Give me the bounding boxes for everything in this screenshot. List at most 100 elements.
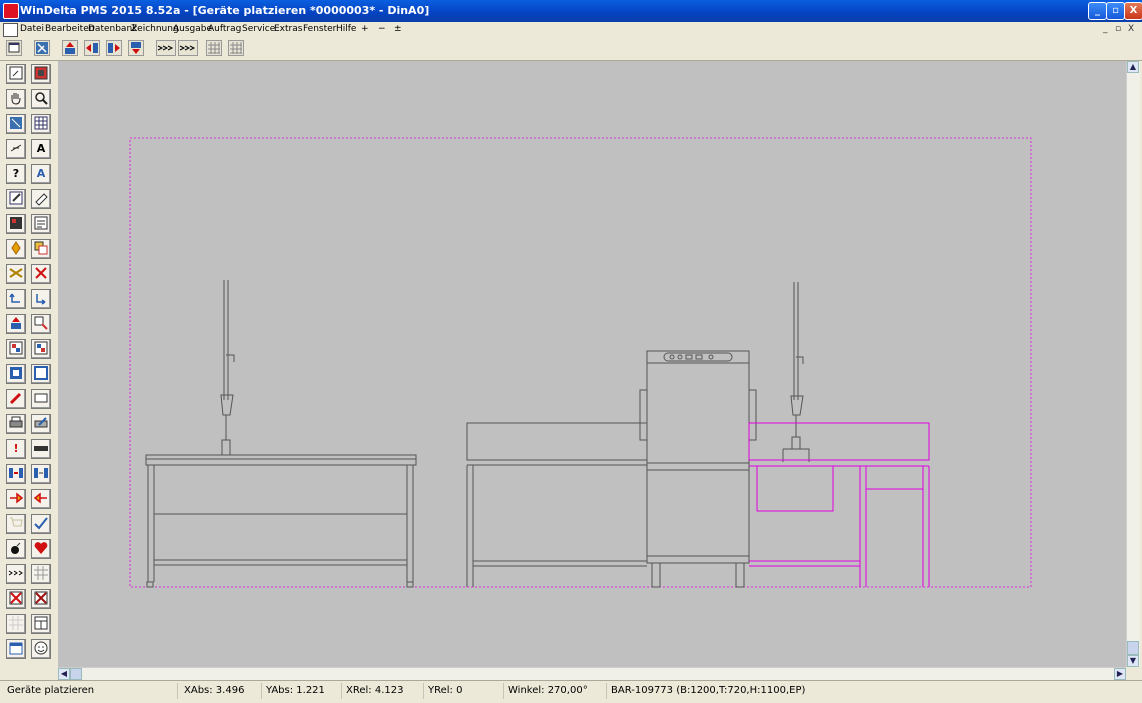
device-image-button[interactable]: [31, 64, 51, 84]
raise-tool-button[interactable]: [6, 314, 26, 334]
upload-button[interactable]: [62, 40, 78, 56]
menu-fenster[interactable]: Fenster: [303, 24, 336, 34]
push-left-tool-button[interactable]: [31, 489, 51, 509]
ungroup-tool-button[interactable]: [31, 339, 51, 359]
scroll-up-arrow-icon[interactable]: ▲: [1127, 61, 1139, 73]
sequence-button-1[interactable]: [156, 40, 176, 56]
group-tool-button[interactable]: [6, 339, 26, 359]
menu-zeichnung[interactable]: Zeichnung: [131, 24, 179, 34]
insert-icon: [34, 316, 48, 330]
menu-datei[interactable]: Datei: [20, 24, 44, 34]
stretch-icon: [9, 268, 23, 278]
menu-zoom-fit[interactable]: ±: [394, 24, 402, 34]
smiley-tool-button[interactable]: [31, 639, 51, 659]
frame-tool-button[interactable]: [31, 364, 51, 384]
text-edit-tool-button[interactable]: A: [31, 164, 51, 184]
faucet-left: [220, 280, 235, 456]
plan-view-button[interactable]: [34, 40, 50, 56]
move-icon: [11, 241, 21, 255]
vertical-scrollbar[interactable]: ▲ ▼: [1126, 61, 1140, 667]
remove-tool-button[interactable]: [6, 589, 26, 609]
status-item: BAR-109773 (B:1200,T:720,H:1100,EP): [611, 685, 806, 696]
horizontal-scrollbar[interactable]: ◀ ▶: [58, 667, 1126, 681]
delete-tool-button[interactable]: [31, 264, 51, 284]
favorite-tool-button[interactable]: [31, 539, 51, 559]
layer-tool-button[interactable]: [6, 364, 26, 384]
bomb-tool-button[interactable]: [6, 539, 26, 559]
mdi-close-button[interactable]: X: [1128, 24, 1134, 34]
plan-tool-button[interactable]: [6, 114, 26, 134]
grid-button-2[interactable]: [228, 40, 244, 56]
pan-tool-button[interactable]: [6, 89, 26, 109]
menu-datenbank[interactable]: Datenbank: [88, 24, 137, 34]
copy-icon: [34, 241, 48, 255]
download-button[interactable]: [128, 40, 144, 56]
table-tool-button[interactable]: [31, 114, 51, 134]
sequence-button-2[interactable]: [178, 40, 198, 56]
close-button[interactable]: X: [1124, 2, 1142, 20]
menu-zoom-out[interactable]: −: [378, 24, 386, 34]
check-tool-button[interactable]: [31, 514, 51, 534]
menu-service[interactable]: Service: [242, 24, 275, 34]
calendar-tool-button[interactable]: [6, 639, 26, 659]
remove-all-tool-button[interactable]: [31, 589, 51, 609]
document-icon[interactable]: [3, 23, 18, 37]
selected-outlet-table: [748, 422, 930, 587]
properties-tool-button[interactable]: [6, 214, 26, 234]
select-tool-button[interactable]: [6, 64, 26, 84]
help-tool-button[interactable]: ?: [6, 164, 26, 184]
zoom-tool-button[interactable]: [31, 89, 51, 109]
text-tool-button[interactable]: A: [31, 139, 51, 159]
scroll-thumb[interactable]: [1127, 641, 1139, 655]
rotate-left-tool-button[interactable]: [6, 289, 26, 309]
ruler-tool-button[interactable]: [31, 439, 51, 459]
dimension-tool-button[interactable]: [6, 139, 26, 159]
mdi-restore-button[interactable]: ▫: [1115, 24, 1121, 34]
insert-tool-button[interactable]: [31, 314, 51, 334]
edit-tool-button[interactable]: [6, 189, 26, 209]
scroll-right-arrow-icon[interactable]: ▶: [1114, 668, 1126, 680]
scroll-corner: [1126, 667, 1139, 680]
notes-tool-button[interactable]: [31, 214, 51, 234]
properties-icon: [10, 217, 22, 229]
grid-button-1[interactable]: [206, 40, 222, 56]
drawing-canvas[interactable]: [58, 61, 1126, 667]
pen-tool-button[interactable]: [6, 389, 26, 409]
minimize-button[interactable]: _: [1088, 2, 1107, 20]
mdi-minimize-button[interactable]: _: [1103, 24, 1108, 34]
scroll-down-arrow-icon[interactable]: ▼: [1127, 655, 1139, 667]
copy-tool-button[interactable]: [31, 239, 51, 259]
grid-tool-button[interactable]: [31, 564, 51, 584]
menu-zoom-in[interactable]: +: [361, 24, 369, 34]
scroll-left-arrow-icon[interactable]: ◀: [58, 668, 70, 680]
dotgrid-tool-button[interactable]: [6, 614, 26, 634]
push-right-tool-button[interactable]: [6, 489, 26, 509]
print-tool-button[interactable]: [6, 414, 26, 434]
move-right-button[interactable]: [106, 40, 122, 56]
warning-tool-button[interactable]: !: [6, 439, 26, 459]
rotate-right-tool-button[interactable]: [31, 289, 51, 309]
label-icon: [34, 393, 48, 403]
label-tool-button[interactable]: [31, 389, 51, 409]
sequence-tool-button[interactable]: [6, 564, 26, 584]
layout-tool-button[interactable]: [31, 614, 51, 634]
align-tool-button[interactable]: [31, 464, 51, 484]
move-tool-button[interactable]: [6, 239, 26, 259]
scroll-thumb-h[interactable]: [70, 668, 82, 680]
menu-extras[interactable]: Extras: [274, 24, 302, 34]
maximize-button[interactable]: ▫: [1106, 2, 1125, 20]
print-edit-tool-button[interactable]: [31, 414, 51, 434]
pen-icon: [9, 392, 22, 405]
app-icon[interactable]: [3, 3, 19, 19]
menu-hilfe[interactable]: Hilfe: [336, 24, 356, 34]
menu-ausgabe[interactable]: Ausgabe: [173, 24, 212, 34]
erase-tool-button[interactable]: [31, 189, 51, 209]
cart-tool-button[interactable]: [6, 514, 26, 534]
distribute-tool-button[interactable]: [6, 464, 26, 484]
move-left-button[interactable]: [84, 40, 100, 56]
menu-auftrag[interactable]: Auftrag: [208, 24, 241, 34]
triple-arrow-icon: [179, 45, 196, 51]
stretch-tool-button[interactable]: [6, 264, 26, 284]
window-view-button[interactable]: [6, 40, 22, 56]
calendar-icon: [9, 642, 23, 655]
